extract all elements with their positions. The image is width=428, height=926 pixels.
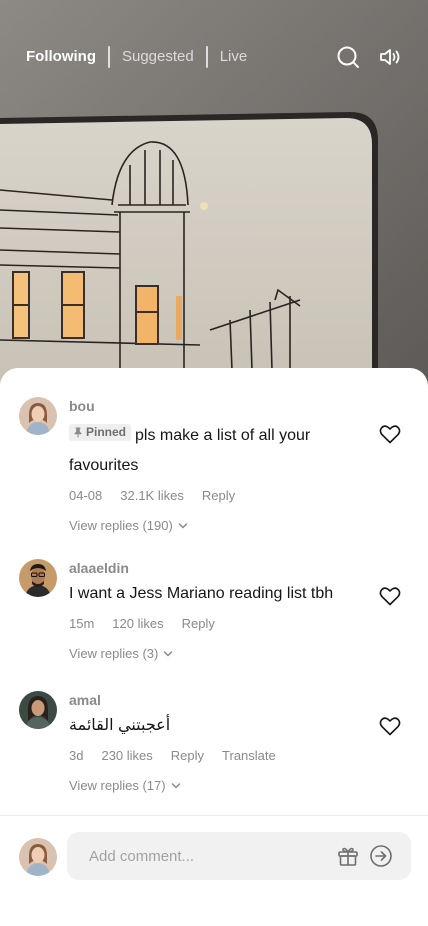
comment-likes: 32.1K likes bbox=[120, 488, 184, 503]
comment-content: amal أعجبتني القائمة 3d 230 likes Reply … bbox=[69, 691, 359, 795]
pinned-label: Pinned bbox=[86, 425, 127, 439]
search-icon[interactable] bbox=[336, 45, 360, 69]
comment-date: 04-08 bbox=[69, 488, 103, 503]
gift-icon[interactable] bbox=[336, 844, 360, 868]
chevron-down-icon bbox=[171, 783, 180, 789]
top-actions bbox=[336, 45, 402, 69]
feed-tabs: Following Suggested Live bbox=[0, 40, 428, 74]
like-heart-icon[interactable] bbox=[378, 422, 402, 446]
like-heart-icon[interactable] bbox=[378, 584, 402, 608]
send-icon[interactable] bbox=[369, 844, 393, 868]
comment-content: bou Pinned pls make a list of all your fa… bbox=[69, 397, 359, 535]
speaker-icon[interactable] bbox=[378, 45, 402, 69]
like-heart-icon[interactable] bbox=[378, 714, 402, 738]
view-replies-label: View replies (17) bbox=[69, 778, 166, 793]
reply-button[interactable]: Reply bbox=[182, 615, 215, 633]
pin-icon bbox=[74, 427, 82, 438]
reply-button[interactable]: Reply bbox=[202, 487, 235, 505]
comment-username[interactable]: bou bbox=[69, 397, 359, 415]
pinned-badge: Pinned bbox=[69, 424, 132, 441]
view-replies-button[interactable]: View replies (190) bbox=[69, 517, 359, 535]
comment-meta: 04-08 32.1K likes Reply bbox=[69, 487, 359, 505]
comment-meta: 3d 230 likes Reply Translate bbox=[69, 747, 359, 765]
comment-meta: 15m 120 likes Reply bbox=[69, 615, 359, 633]
tab-following[interactable]: Following bbox=[0, 46, 108, 68]
reply-button[interactable]: Reply bbox=[171, 747, 204, 765]
comment-composer bbox=[67, 832, 411, 880]
chevron-down-icon bbox=[178, 523, 188, 529]
tab-suggested[interactable]: Suggested bbox=[110, 46, 206, 68]
comment-text: أعجبتني القائمة bbox=[69, 717, 171, 734]
add-comment-input[interactable] bbox=[67, 832, 327, 880]
comment-text: Pinned pls make a list of all your favour… bbox=[69, 421, 359, 481]
comment-date: 15m bbox=[69, 616, 95, 631]
comment-username[interactable]: amal bbox=[69, 691, 359, 709]
comment-likes: 230 likes bbox=[101, 748, 153, 763]
comment-username[interactable]: alaaeldin bbox=[69, 559, 359, 577]
comment-likes: 120 likes bbox=[112, 616, 164, 631]
avatar[interactable] bbox=[19, 691, 57, 729]
avatar[interactable] bbox=[19, 397, 57, 435]
comment-text: I want a Jess Mariano reading list tbh bbox=[69, 585, 334, 602]
avatar[interactable] bbox=[19, 559, 57, 597]
view-replies-label: View replies (3) bbox=[69, 646, 159, 661]
current-user-avatar bbox=[19, 838, 57, 876]
tab-live[interactable]: Live bbox=[208, 46, 260, 68]
composer-divider bbox=[0, 815, 428, 816]
chevron-down-icon bbox=[164, 651, 173, 657]
comment-date: 3d bbox=[69, 748, 84, 763]
view-replies-label: View replies (190) bbox=[69, 518, 173, 533]
comment-content: alaaeldin I want a Jess Mariano reading … bbox=[69, 559, 359, 663]
view-replies-button[interactable]: View replies (17) bbox=[69, 777, 359, 795]
view-replies-button[interactable]: View replies (3) bbox=[69, 645, 359, 663]
translate-button[interactable]: Translate bbox=[222, 747, 276, 765]
